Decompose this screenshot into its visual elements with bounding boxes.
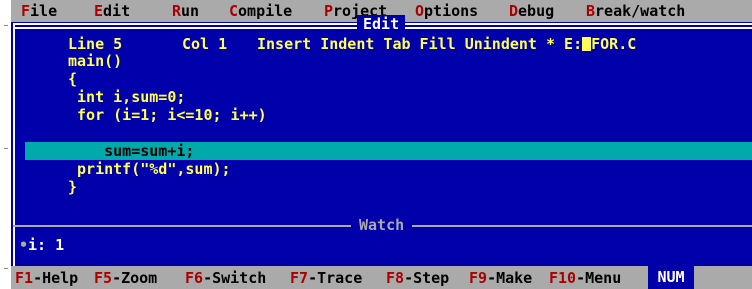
menu-break-watch-label: reak/watch	[595, 2, 686, 20]
num-lock-indicator: NUM	[648, 266, 694, 289]
edge-tick	[4, 268, 8, 269]
fkey-trace-label: -Trace	[308, 269, 363, 287]
fkey-menu[interactable]: F10-Menu	[549, 269, 621, 287]
fkey-step[interactable]: F8-Step	[386, 269, 449, 287]
menu-options-hotkey: O	[415, 2, 425, 20]
watch-window-title: Watch	[351, 216, 413, 234]
menu-break-watch-hotkey: B	[586, 2, 596, 20]
menu-debug-hotkey: D	[509, 2, 519, 20]
fkey-step-key: F8	[386, 269, 405, 287]
menu-options[interactable]: Options	[415, 2, 478, 20]
function-key-bar: F1-Help F5-Zoom F6-Switch F7-Trace F8-St…	[11, 266, 752, 289]
fkey-switch-key: F6	[185, 269, 204, 287]
fkey-make[interactable]: F9-Make	[469, 269, 532, 287]
fkey-make-key: F9	[469, 269, 488, 287]
menu-compile-hotkey: C	[229, 2, 239, 20]
fkey-trace[interactable]: F7-Trace	[290, 269, 362, 287]
code-line[interactable]: for (i=1; i<=10; i++)	[68, 106, 267, 124]
menu-edit[interactable]: Edit	[94, 2, 130, 20]
text-cursor	[582, 37, 592, 51]
menu-project-hotkey: P	[324, 2, 334, 20]
menu-break-watch[interactable]: Break/watch	[586, 2, 685, 20]
fkey-menu-key: F10	[549, 269, 577, 287]
screen-left-edge	[0, 0, 11, 289]
edit-window-title: Edit	[357, 15, 406, 33]
code-line[interactable]: }	[68, 178, 77, 196]
status-column-number: Col 1	[182, 35, 228, 53]
menu-file-hotkey: F	[21, 2, 31, 20]
watch-bullet-icon: •	[19, 236, 29, 254]
turbo-c-screen: File Edit Run Compile Project Options De…	[11, 0, 752, 289]
edge-tick	[4, 25, 8, 26]
status-filename: FOR.C	[591, 35, 637, 53]
edge-tick	[4, 148, 8, 149]
menu-debug-label: ebug	[518, 2, 555, 20]
watch-expression: i: 1	[28, 236, 65, 254]
fkey-step-label: -Step	[404, 269, 450, 287]
fkey-trace-key: F7	[290, 269, 309, 287]
code-line[interactable]: printf("%d",sum);	[68, 160, 231, 178]
code-line-current[interactable]: sum=sum+i;	[68, 142, 194, 160]
menu-file[interactable]: File	[21, 2, 57, 20]
menu-compile-label: ompile	[238, 2, 293, 20]
menu-run-hotkey: R	[172, 2, 182, 20]
fkey-switch[interactable]: F6-Switch	[185, 269, 266, 287]
status-modes-text: Insert Indent Tab Fill Unindent * E:	[257, 35, 583, 53]
menu-debug[interactable]: Debug	[509, 2, 554, 20]
edit-frame-left	[13, 23, 15, 266]
fkey-menu-label: -Menu	[576, 269, 622, 287]
menu-options-label: ptions	[424, 2, 479, 20]
menu-file-label: ile	[30, 2, 58, 20]
status-line-number: Line 5	[68, 35, 123, 53]
fkey-help-label: -Help	[33, 269, 79, 287]
status-mode-flags: Insert Indent Tab Fill Unindent * E: FOR.…	[257, 35, 636, 53]
menu-run[interactable]: Run	[172, 2, 199, 20]
code-line[interactable]: {	[68, 70, 77, 88]
fkey-make-label: -Make	[487, 269, 533, 287]
fkey-zoom-key: F5	[94, 269, 113, 287]
fkey-switch-label: -Switch	[203, 269, 267, 287]
menu-edit-label: dit	[103, 2, 131, 20]
watch-entry[interactable]: •i: 1	[19, 236, 64, 254]
fkey-help-key: F1	[15, 269, 34, 287]
fkey-zoom[interactable]: F5-Zoom	[94, 269, 157, 287]
fkey-zoom-label: -Zoom	[112, 269, 158, 287]
menu-edit-hotkey: E	[94, 2, 104, 20]
code-line[interactable]: main()	[68, 52, 122, 70]
code-line[interactable]: int i,sum=0;	[68, 88, 185, 106]
fkey-help[interactable]: F1-Help	[15, 269, 78, 287]
menu-compile[interactable]: Compile	[229, 2, 292, 20]
menu-run-label: un	[181, 2, 200, 20]
